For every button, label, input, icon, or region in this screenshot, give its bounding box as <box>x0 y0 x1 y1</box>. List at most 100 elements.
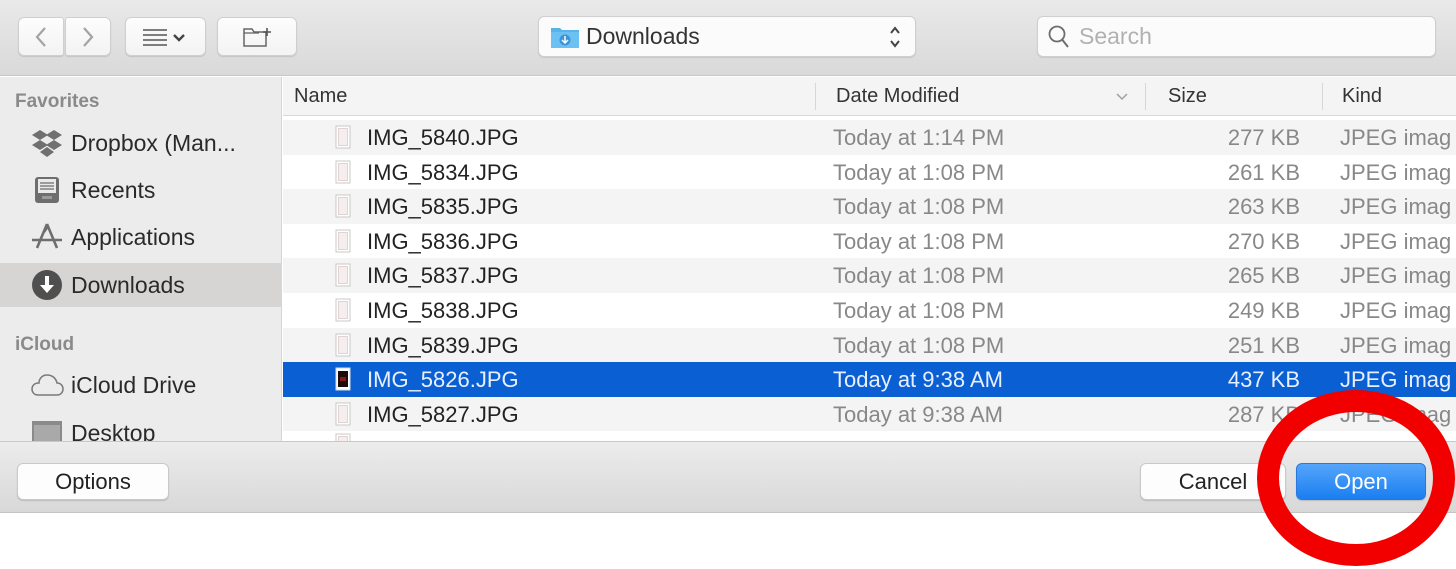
file-size: 249 KB <box>1227 297 1300 323</box>
column-header-date-modified[interactable]: Date Modified <box>825 77 1145 115</box>
file-rows: IMG_5840.JPG Today at 1:14 PM 277 KB JPEG i… <box>283 120 1456 441</box>
file-date-modified: Today at 9:38 AM <box>833 367 1003 393</box>
file-row[interactable]: IMG_5836.JPG Today at 1:08 PM 270 KB JPEG i… <box>283 223 1456 259</box>
sidebar-item-label: Downloads <box>71 271 185 298</box>
file-kind: JPEG imag <box>1340 228 1452 254</box>
location-label: Downloads <box>586 23 700 49</box>
bottom-bar: Options Cancel Open <box>0 441 1456 513</box>
sidebar-section-favorites: Favorites <box>15 91 100 112</box>
sidebar-item-applications[interactable]: Applications <box>0 215 281 259</box>
column-header-row: Name Date Modified Size Kind <box>283 77 1456 116</box>
chevron-right-icon <box>83 26 94 47</box>
file-size: 270 KB <box>1227 228 1300 254</box>
file-row[interactable]: IMG_5834.JPG Today at 1:08 PM 261 KB JPEG i… <box>283 154 1456 190</box>
sidebar-item-downloads[interactable]: Downloads <box>0 263 281 307</box>
file-size: 251 KB <box>1227 332 1300 358</box>
file-kind: JPEG imag <box>1340 332 1452 358</box>
file-row[interactable]: IMG_5827.JPG Today at 9:38 AM 287 KB JPEG i… <box>283 396 1456 432</box>
applications-icon <box>30 220 64 254</box>
file-date-modified: Today at 1:08 PM <box>833 194 1005 220</box>
column-divider[interactable] <box>815 83 816 110</box>
column-divider[interactable] <box>1145 83 1146 110</box>
jpeg-file-icon <box>335 263 351 287</box>
jpeg-file-icon <box>335 125 351 149</box>
toolbar: Downloads <box>0 0 1456 76</box>
file-date-modified: Today at 9:38 AM <box>833 401 1003 427</box>
open-button[interactable]: Open <box>1296 463 1426 500</box>
downloads-folder-icon <box>551 27 579 48</box>
sidebar-item-dropbox[interactable]: Dropbox (Man... <box>0 121 281 165</box>
file-row[interactable] <box>283 431 1456 441</box>
file-date-modified: Today at 1:08 PM <box>833 159 1005 185</box>
file-name: IMG_5835.JPG <box>367 194 519 220</box>
dropbox-icon <box>30 126 64 160</box>
file-name: IMG_5839.JPG <box>367 332 519 358</box>
file-date-modified: Today at 1:08 PM <box>833 297 1005 323</box>
file-date-modified: Today at 1:08 PM <box>833 228 1005 254</box>
file-row[interactable]: IMG_5835.JPG Today at 1:08 PM 263 KB JPEG i… <box>283 189 1456 224</box>
sidebar-item-label: Applications <box>71 223 196 250</box>
file-kind: JPEG imag <box>1340 367 1452 393</box>
sort-descending-icon <box>1116 93 1128 101</box>
file-row[interactable]: IMG_5838.JPG Today at 1:08 PM 249 KB JPEG i… <box>283 292 1456 328</box>
file-kind: JPEG imag <box>1340 401 1452 427</box>
file-size: 261 KB <box>1227 159 1300 185</box>
jpeg-file-icon <box>335 298 351 322</box>
sidebar-item-icloud-drive[interactable]: iCloud Drive <box>0 363 281 407</box>
file-kind: JPEG imag <box>1340 159 1452 185</box>
new-folder-icon <box>243 27 271 47</box>
search-input[interactable] <box>1079 23 1419 50</box>
file-name: IMG_5838.JPG <box>367 297 519 323</box>
search-icon <box>1048 25 1069 48</box>
file-name: IMG_5840.JPG <box>367 125 519 150</box>
sidebar-item-desktop[interactable]: Desktop <box>0 411 281 441</box>
file-date-modified: Today at 1:14 PM <box>833 125 1005 150</box>
column-header-name[interactable]: Name <box>283 77 815 115</box>
recents-icon <box>30 173 64 207</box>
desktop-icon <box>30 416 64 441</box>
back-button[interactable] <box>18 17 64 56</box>
file-kind: JPEG imag <box>1340 125 1452 150</box>
sidebar-section-icloud: iCloud <box>15 334 75 355</box>
jpeg-file-icon <box>335 367 351 391</box>
sidebar-item-label: iCloud Drive <box>71 371 197 398</box>
file-date-modified: Today at 1:08 PM <box>833 332 1005 358</box>
sidebar-item-label: Desktop <box>71 419 156 442</box>
file-size: 287 KB <box>1227 401 1300 427</box>
search-field[interactable] <box>1037 16 1436 57</box>
file-date-modified: Today at 1:08 PM <box>833 263 1005 289</box>
file-size: 437 KB <box>1227 367 1300 393</box>
file-row[interactable]: IMG_5826.JPG Today at 9:38 AM 437 KB JPEG i… <box>283 362 1456 397</box>
file-list: Name Date Modified Size Kind IMG_5840.JP… <box>283 77 1456 441</box>
file-name: IMG_5834.JPG <box>367 159 519 185</box>
file-kind: JPEG imag <box>1340 263 1452 289</box>
new-folder-button[interactable] <box>217 17 297 56</box>
sidebar: Favorites Dropbox (Man... Recents Applic… <box>0 77 282 441</box>
sidebar-item-label: Dropbox (Man... <box>71 129 236 156</box>
file-name: IMG_5827.JPG <box>367 401 519 427</box>
view-options-button[interactable] <box>125 17 206 56</box>
file-row[interactable]: IMG_5840.JPG Today at 1:14 PM 277 KB JPEG i… <box>283 120 1456 155</box>
cancel-button[interactable]: Cancel <box>1140 463 1286 500</box>
column-divider[interactable] <box>1322 83 1323 110</box>
file-size: 265 KB <box>1227 263 1300 289</box>
jpeg-file-icon <box>335 160 351 184</box>
forward-button[interactable] <box>65 17 111 56</box>
file-size: 263 KB <box>1227 194 1300 220</box>
jpeg-file-icon <box>335 402 351 426</box>
column-header-size[interactable]: Size <box>1157 77 1322 115</box>
location-popup[interactable]: Downloads <box>538 16 916 57</box>
file-size: 277 KB <box>1227 125 1300 150</box>
jpeg-file-icon <box>335 229 351 253</box>
column-header-kind[interactable]: Kind <box>1331 77 1456 115</box>
sidebar-item-label: Recents <box>71 176 156 203</box>
file-name: IMG_5836.JPG <box>367 228 519 254</box>
up-down-chevron-icon <box>890 26 900 48</box>
file-row[interactable]: IMG_5839.JPG Today at 1:08 PM 251 KB JPEG i… <box>283 327 1456 363</box>
chevron-left-icon <box>35 26 46 47</box>
file-row[interactable]: IMG_5837.JPG Today at 1:08 PM 265 KB JPEG i… <box>283 258 1456 293</box>
options-button[interactable]: Options <box>17 463 169 500</box>
sidebar-item-recents[interactable]: Recents <box>0 168 281 212</box>
file-kind: JPEG imag <box>1340 297 1452 323</box>
jpeg-file-icon <box>335 433 351 441</box>
